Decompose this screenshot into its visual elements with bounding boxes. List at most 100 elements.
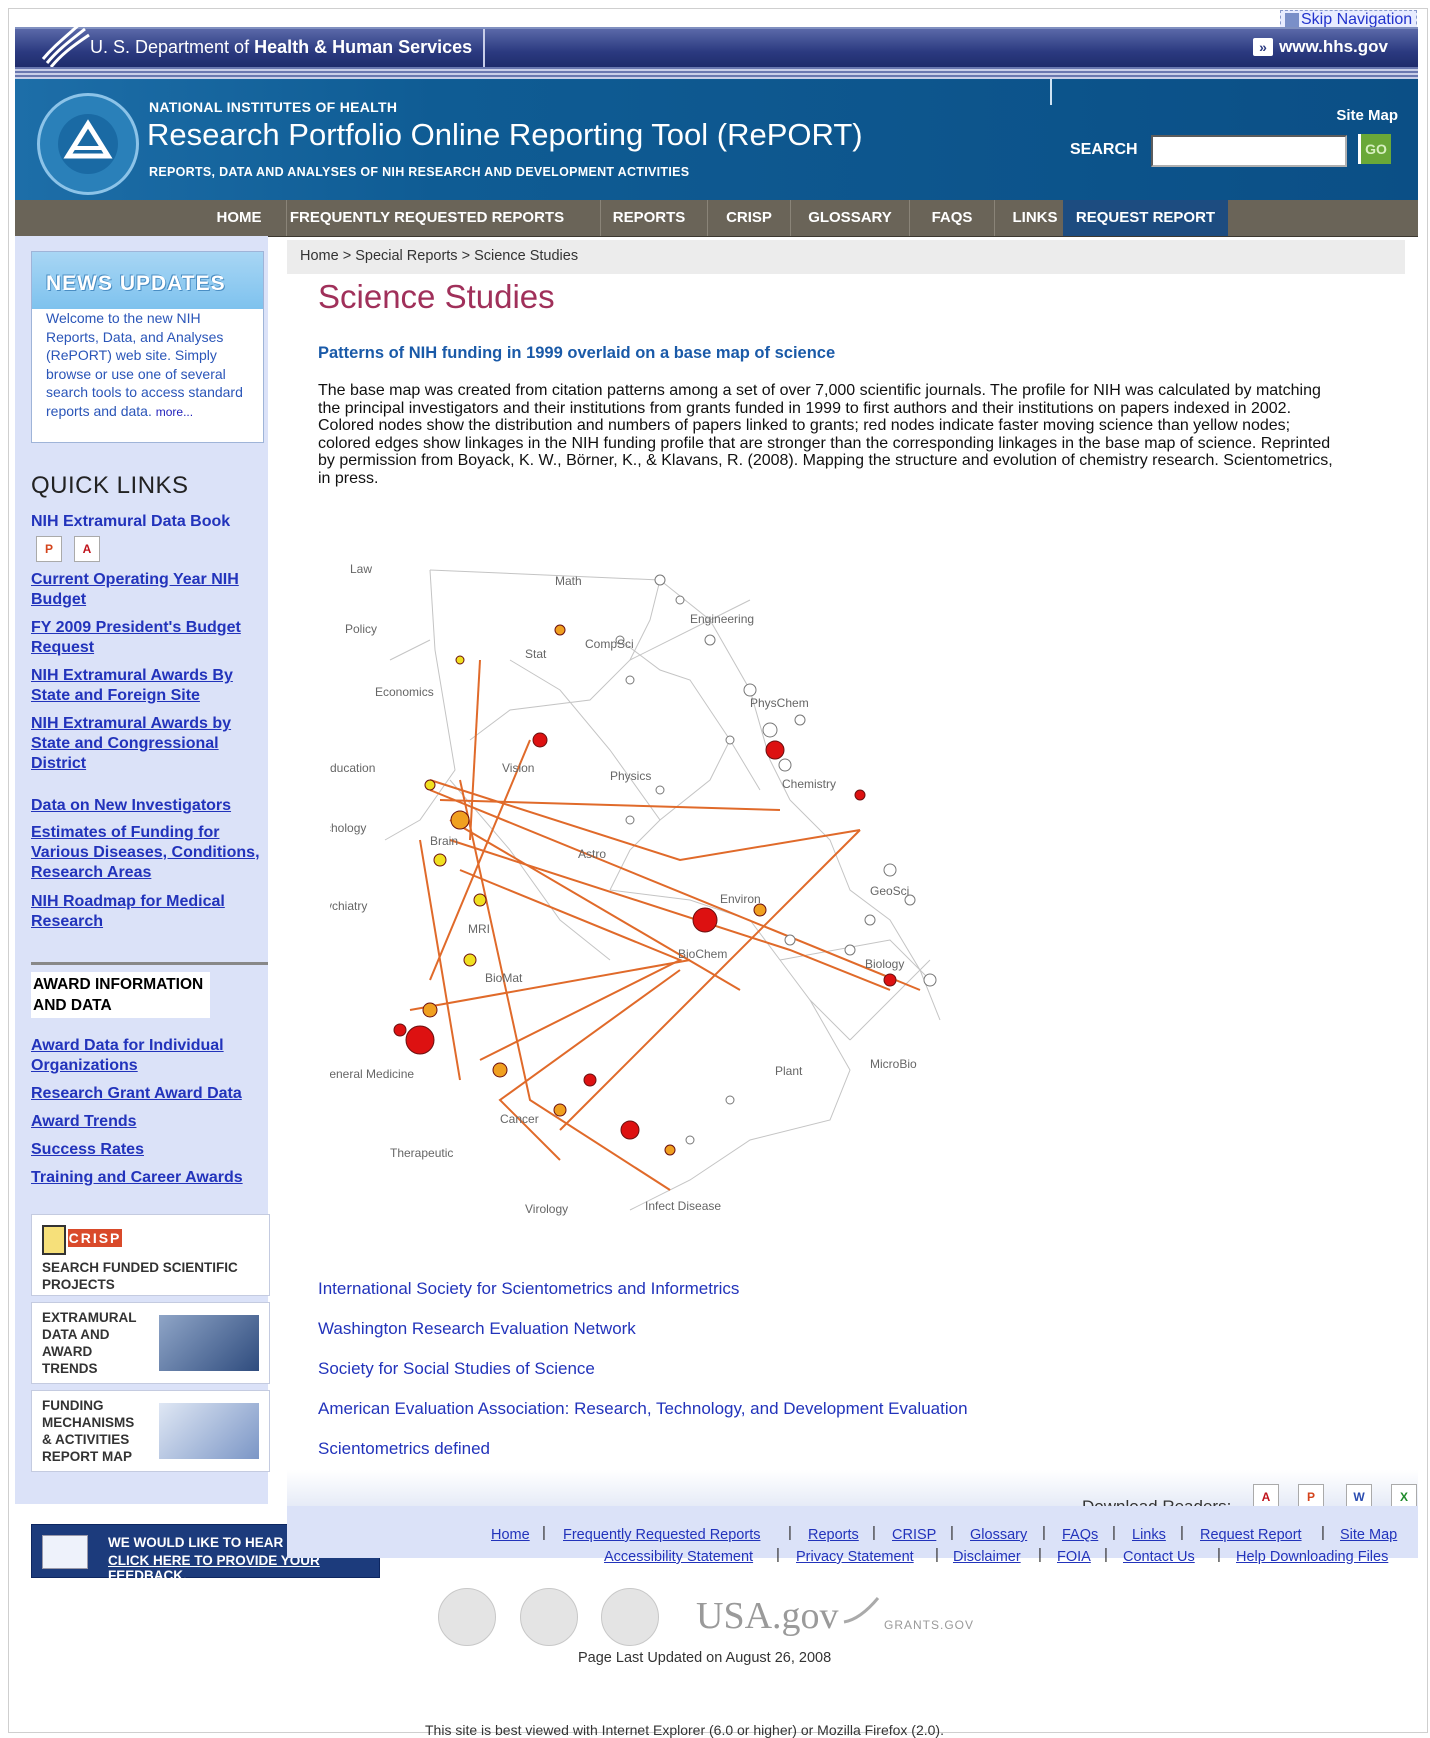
banner-stripe xyxy=(15,67,1418,79)
link-american-evaluation-association[interactable]: American Evaluation Association: Researc… xyxy=(318,1399,968,1419)
separator: | xyxy=(1112,1524,1116,1541)
quick-links-title: QUICK LINKS xyxy=(31,472,189,499)
footer-link-contact-us[interactable]: Contact Us xyxy=(1123,1549,1195,1565)
quick-link-awards-by-state-foreign[interactable]: NIH Extramural Awards By State and Forei… xyxy=(31,666,266,706)
quick-link-funding-estimates[interactable]: Estimates of Funding for Various Disease… xyxy=(31,823,266,883)
footer-link-disclaimer[interactable]: Disclaimer xyxy=(953,1549,1021,1565)
quick-link-roadmap[interactable]: NIH Roadmap for Medical Research xyxy=(31,892,266,932)
footer-link-help-downloading[interactable]: Help Downloading Files xyxy=(1236,1549,1388,1565)
footer-link-faqs[interactable]: FAQs xyxy=(1062,1527,1098,1543)
breadcrumb[interactable]: Home > Special Reports > Science Studies xyxy=(300,248,578,264)
crisp-search-banner[interactable]: CRISP SEARCH FUNDED SCIENTIFIC PROJECTS xyxy=(31,1214,270,1296)
award-link-training-career[interactable]: Training and Career Awards xyxy=(31,1168,243,1188)
footer-link-reports[interactable]: Reports xyxy=(808,1527,859,1543)
nav-request-report[interactable]: REQUEST REPORT xyxy=(1063,200,1228,236)
quick-link-awards-by-congressional-district[interactable]: NIH Extramural Awards by State and Congr… xyxy=(31,714,266,774)
map-label: Biology xyxy=(865,957,904,971)
footer-link-accessibility[interactable]: Accessibility Statement xyxy=(604,1549,753,1565)
footer-link-site-map[interactable]: Site Map xyxy=(1340,1527,1397,1543)
footer-link-request-report[interactable]: Request Report xyxy=(1200,1527,1302,1543)
link-social-studies-science[interactable]: Society for Social Studies of Science xyxy=(318,1359,595,1379)
pdf-icon[interactable]: A xyxy=(74,536,100,562)
science-map-image: Law Math Engineering Policy Stat CompSci… xyxy=(330,562,941,1216)
separator: | xyxy=(1321,1524,1325,1541)
news-title: NEWS UPDATES xyxy=(46,272,226,295)
link-scientometrics-defined[interactable]: Scientometrics defined xyxy=(318,1439,490,1459)
nav-home[interactable]: HOME xyxy=(200,200,278,236)
award-link-success-rates[interactable]: Success Rates xyxy=(31,1140,144,1160)
quick-link-extramural-data-book[interactable]: NIH Extramural Data Book xyxy=(31,512,230,532)
go-button[interactable]: GO xyxy=(1358,134,1391,164)
map-label: BioChem xyxy=(678,947,727,961)
grants-swoosh-icon xyxy=(843,1597,880,1624)
map-label: Engineering xyxy=(690,612,754,626)
hhs-logo[interactable] xyxy=(601,1588,659,1646)
quick-link-operating-budget[interactable]: Current Operating Year NIH Budget xyxy=(31,570,266,610)
description-paragraph: The base map was created from citation p… xyxy=(318,382,1333,487)
nih-seal-icon[interactable] xyxy=(37,93,139,195)
arrow-down-icon xyxy=(1285,12,1299,27)
footer-link-home[interactable]: Home xyxy=(491,1527,530,1543)
nih-logo[interactable] xyxy=(520,1588,578,1646)
map-label: Environ xyxy=(720,892,761,906)
divider xyxy=(31,962,268,965)
award-info-title: AWARD INFORMATION AND DATA xyxy=(31,972,210,1018)
nav-faqs[interactable]: FAQS xyxy=(909,200,994,236)
nav-frequently-requested-reports[interactable]: FREQUENTLY REQUESTED REPORTS xyxy=(286,200,567,236)
nav-crisp[interactable]: CRISP xyxy=(707,200,790,236)
link-scientometrics-society[interactable]: International Society for Scientometrics… xyxy=(318,1279,739,1299)
map-label: Plant xyxy=(775,1064,803,1078)
separator: | xyxy=(776,1546,780,1563)
map-label: Law xyxy=(350,562,372,576)
powerpoint-icon[interactable]: P xyxy=(36,536,62,562)
main-nav: HOME FREQUENTLY REQUESTED REPORTS REPORT… xyxy=(15,200,1418,237)
map-label: PhysChem xyxy=(750,696,809,710)
map-label: BioMat xyxy=(485,971,523,985)
award-link-trends[interactable]: Award Trends xyxy=(31,1112,137,1132)
award-link-research-grant[interactable]: Research Grant Award Data xyxy=(31,1084,242,1104)
footer-link-crisp[interactable]: CRISP xyxy=(892,1527,936,1543)
footer-link-foia[interactable]: FOIA xyxy=(1057,1549,1091,1565)
left-sidebar: NEWS UPDATES Welcome to the new NIH Repo… xyxy=(15,236,270,1504)
news-text-block: Welcome to the new NIH Reports, Data, an… xyxy=(46,309,251,421)
quick-link-new-investigators[interactable]: Data on New Investigators xyxy=(31,796,266,816)
hhs-gov-link[interactable]: » www.hhs.gov xyxy=(1253,37,1388,57)
report-map-image xyxy=(159,1403,259,1459)
crisp-banner-text: SEARCH FUNDED SCIENTIFIC PROJECTS xyxy=(42,1260,238,1292)
header-title[interactable]: Research Portfolio Online Reporting Tool… xyxy=(147,117,863,153)
map-label: CompSci xyxy=(585,637,634,651)
calculator-image xyxy=(159,1315,259,1371)
skip-navigation-label: Skip Navigation xyxy=(1301,11,1413,28)
footer-link-links[interactable]: Links xyxy=(1132,1527,1166,1543)
footer-link-frequent-reports[interactable]: Frequently Requested Reports xyxy=(563,1527,760,1543)
section-subtitle: Patterns of NIH funding in 1999 overlaid… xyxy=(318,344,836,362)
footer-link-privacy[interactable]: Privacy Statement xyxy=(796,1549,914,1565)
oer-logo[interactable] xyxy=(438,1588,496,1646)
browser-note: This site is best viewed with Internet E… xyxy=(425,1722,944,1738)
hhs-gov-label: www.hhs.gov xyxy=(1279,37,1388,56)
separator: | xyxy=(935,1546,939,1563)
funding-mechanisms-banner[interactable]: FUNDING MECHANISMS & ACTIVITIES REPORT M… xyxy=(31,1390,270,1472)
search-input[interactable] xyxy=(1151,135,1347,167)
separator: | xyxy=(1038,1546,1042,1563)
funding-nodes xyxy=(393,624,897,1156)
separator: | xyxy=(1104,1546,1108,1563)
nav-glossary[interactable]: GLOSSARY xyxy=(790,200,909,236)
magnifier-icon xyxy=(42,1225,66,1255)
award-link-individual-orgs[interactable]: Award Data for Individual Organizations xyxy=(31,1036,266,1076)
nav-reports[interactable]: REPORTS xyxy=(600,200,697,236)
usa-gov-logo[interactable]: USA.gov xyxy=(696,1594,839,1638)
crisp-logo: CRISP xyxy=(68,1229,122,1247)
map-label: Psychiatry xyxy=(330,899,367,913)
link-washington-research-network[interactable]: Washington Research Evaluation Network xyxy=(318,1319,636,1339)
divider xyxy=(1050,79,1052,105)
header-tagline: REPORTS, DATA AND ANALYSES OF NIH RESEAR… xyxy=(149,165,690,179)
grants-gov-logo[interactable]: GRANTS.GOV xyxy=(842,1596,992,1636)
news-more-link[interactable]: more... xyxy=(156,405,193,419)
quick-link-president-budget[interactable]: FY 2009 President's Budget Request xyxy=(31,618,266,658)
extramural-trends-banner[interactable]: EXTRAMURAL DATA AND AWARD TRENDS xyxy=(31,1302,270,1384)
footer-link-glossary[interactable]: Glossary xyxy=(970,1527,1027,1543)
hhs-title[interactable]: U. S. Department of Health & Human Servi… xyxy=(90,37,472,58)
map-label: MRI xyxy=(468,922,490,936)
site-map-link[interactable]: Site Map xyxy=(1336,107,1398,124)
